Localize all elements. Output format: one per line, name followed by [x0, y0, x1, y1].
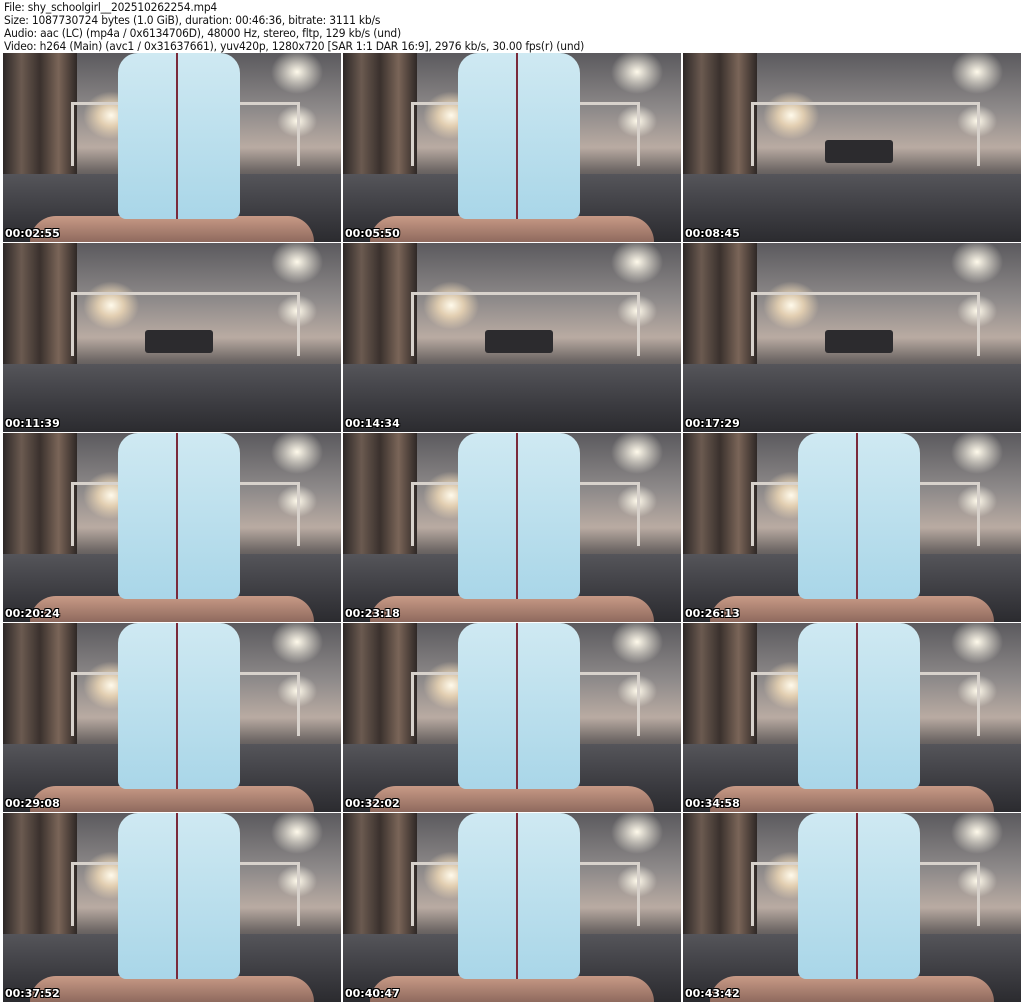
legs [370, 785, 654, 812]
legs [30, 785, 314, 812]
legs [30, 595, 314, 622]
video-thumbnail: 00:40:47 [343, 813, 681, 1002]
video-thumbnail: 00:08:45 [683, 53, 1021, 242]
legs [710, 595, 994, 622]
timestamp: 00:20:24 [5, 607, 60, 620]
person-shirt [117, 813, 240, 980]
person-shirt [797, 813, 920, 980]
video-thumbnail: 00:29:08 [3, 623, 341, 812]
video-thumbnail: 00:14:34 [343, 243, 681, 432]
person-shirt [117, 433, 240, 600]
video-thumbnail: 00:20:24 [3, 433, 341, 622]
video-thumbnail: 00:32:02 [343, 623, 681, 812]
person-shirt [457, 623, 580, 790]
timestamp: 00:23:18 [345, 607, 400, 620]
timestamp: 00:11:39 [5, 417, 60, 430]
timestamp: 00:29:08 [5, 797, 60, 810]
thumbnail-grid: 00:02:55 00:05:50 00:08:45 00:11:39 00:14:34… [3, 53, 1021, 1002]
legs [30, 975, 314, 1002]
person-shirt [117, 623, 240, 790]
video-thumbnail: 00:05:50 [343, 53, 681, 242]
pillow [484, 329, 553, 353]
legs [370, 215, 654, 242]
pillow [824, 329, 893, 353]
timestamp: 00:40:47 [345, 987, 400, 1000]
pillow [144, 329, 213, 353]
timestamp: 00:08:45 [685, 227, 740, 240]
timestamp: 00:05:50 [345, 227, 400, 240]
video-thumbnail: 00:37:52 [3, 813, 341, 1002]
person-shirt [117, 53, 240, 220]
timestamp: 00:02:55 [5, 227, 60, 240]
video-thumbnail: 00:23:18 [343, 433, 681, 622]
legs [370, 595, 654, 622]
video-thumbnail: 00:17:29 [683, 243, 1021, 432]
timestamp: 00:17:29 [685, 417, 740, 430]
file-info-header: File: shy_schoolgirl__202510262254.mp4 S… [4, 1, 628, 53]
video-thumbnail: 00:11:39 [3, 243, 341, 432]
legs [30, 215, 314, 242]
person-shirt [797, 433, 920, 600]
legs [710, 785, 994, 812]
timestamp: 00:14:34 [345, 417, 400, 430]
timestamp: 00:26:13 [685, 607, 740, 620]
person-shirt [457, 433, 580, 600]
video-thumbnail: 00:26:13 [683, 433, 1021, 622]
legs [370, 975, 654, 1002]
timestamp: 00:37:52 [5, 987, 60, 1000]
pillow [824, 139, 893, 163]
legs [710, 975, 994, 1002]
timestamp: 00:34:58 [685, 797, 740, 810]
timestamp: 00:32:02 [345, 797, 400, 810]
person-shirt [457, 813, 580, 980]
timestamp: 00:43:42 [685, 987, 740, 1000]
video-thumbnail: 00:02:55 [3, 53, 341, 242]
video-info: Video: h264 (Main) (avc1 / 0x31637661), … [4, 39, 585, 53]
video-thumbnail: 00:34:58 [683, 623, 1021, 812]
person-shirt [797, 623, 920, 790]
video-thumbnail: 00:43:42 [683, 813, 1021, 1002]
person-shirt [457, 53, 580, 220]
